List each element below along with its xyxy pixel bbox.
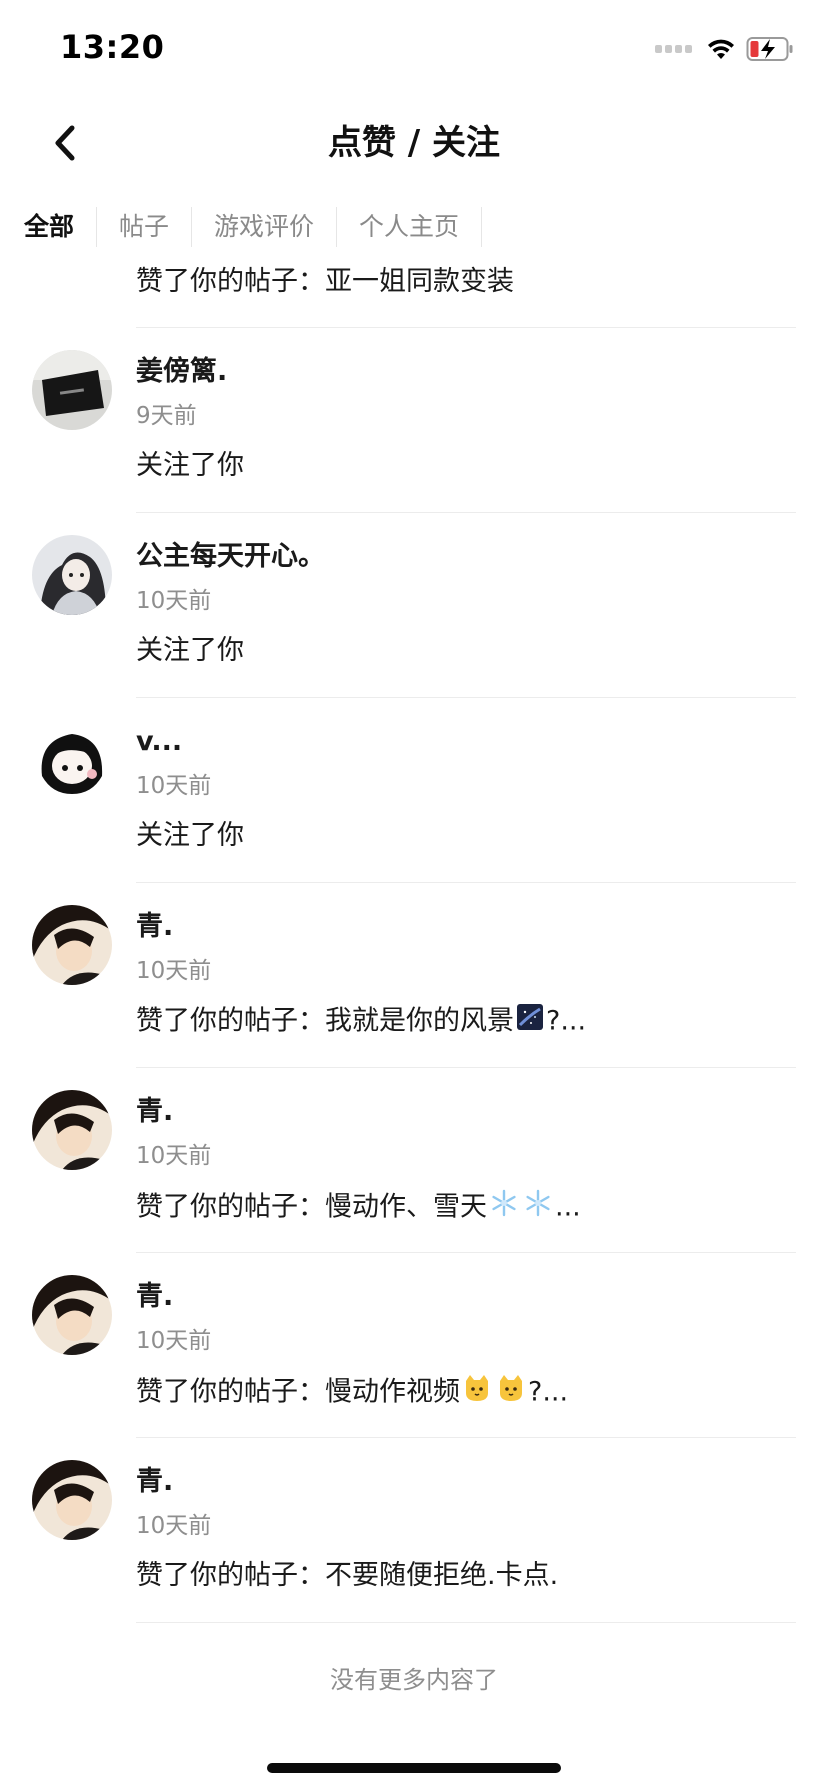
notification-list: 赞了你的帖子：亚一姐同款变装 姜傍篱. 9天前 关注了你 公主每天开心。 10天…	[0, 258, 828, 1623]
username[interactable]: 姜傍篱.	[136, 354, 227, 390]
notification-action: 赞了你的帖子：不要随便拒绝.卡点.	[136, 1560, 559, 1591]
timestamp: 10天前	[136, 773, 212, 799]
tab-posts[interactable]: 帖子	[97, 207, 193, 247]
list-item[interactable]: 青. 10天前 赞了你的帖子：不要随便拒绝.卡点.	[0, 1438, 828, 1623]
filter-tabs: 全部 帖子 游戏评价 个人主页	[0, 196, 828, 258]
list-item[interactable]: 青. 10天前 赞了你的帖子：我就是你的风景?...	[0, 883, 828, 1068]
end-of-list-text: 没有更多内容了	[330, 1666, 498, 1694]
notification-action: 关注了你	[136, 635, 244, 666]
avatar[interactable]	[32, 720, 112, 800]
divider	[136, 1622, 796, 1623]
status-bar: 13:20	[0, 0, 828, 100]
timestamp: 10天前	[136, 1513, 212, 1539]
status-time: 13:20	[60, 28, 165, 66]
notification-action: 赞了你的帖子：我就是你的风景?...	[136, 1003, 586, 1041]
notification-action: 赞了你的帖子：慢动作、雪天...	[136, 1188, 581, 1228]
username[interactable]: v...	[136, 724, 182, 760]
wifi-icon	[708, 39, 734, 59]
avatar[interactable]	[32, 535, 112, 615]
notification-action: 赞了你的帖子：慢动作视频?...	[136, 1373, 568, 1413]
avatar[interactable]	[32, 1090, 112, 1170]
cat-emoji	[462, 1373, 492, 1413]
avatar[interactable]	[32, 1275, 112, 1355]
home-indicator[interactable]	[267, 1763, 561, 1773]
tab-all[interactable]: 全部	[0, 207, 98, 247]
username[interactable]: 青.	[136, 909, 173, 945]
galaxy-emoji	[516, 1003, 544, 1041]
notification-action: 赞了你的帖子：亚一姐同款变装	[136, 266, 514, 297]
username[interactable]: 青.	[136, 1094, 173, 1130]
list-item[interactable]: 姜傍篱. 9天前 关注了你	[0, 328, 828, 513]
avatar[interactable]	[32, 905, 112, 985]
username[interactable]: 公主每天开心。	[136, 539, 325, 575]
snowflake-emoji	[523, 1188, 553, 1228]
list-item[interactable]: 青. 10天前 赞了你的帖子：慢动作、雪天...	[0, 1068, 828, 1253]
timestamp: 10天前	[136, 958, 212, 984]
cellular-signal-icon	[655, 45, 692, 53]
avatar[interactable]	[32, 350, 112, 430]
page-title: 点赞 / 关注	[327, 123, 501, 163]
notification-action: 关注了你	[136, 820, 244, 851]
timestamp: 9天前	[136, 403, 197, 429]
timestamp: 10天前	[136, 1328, 212, 1354]
username[interactable]: 青.	[136, 1464, 173, 1500]
list-item[interactable]: 公主每天开心。 10天前 关注了你	[0, 513, 828, 698]
list-item[interactable]: 赞了你的帖子：亚一姐同款变装	[0, 258, 828, 328]
cat-emoji	[496, 1373, 526, 1413]
list-item[interactable]: v... 10天前 关注了你	[0, 698, 828, 883]
timestamp: 10天前	[136, 1143, 212, 1169]
tab-game-reviews[interactable]: 游戏评价	[192, 207, 338, 247]
snowflake-emoji	[489, 1188, 519, 1228]
battery-low-charging-icon	[746, 37, 793, 61]
timestamp: 10天前	[136, 588, 212, 614]
nav-bar: 点赞 / 关注	[0, 100, 828, 188]
list-item[interactable]: 青. 10天前 赞了你的帖子：慢动作视频?...	[0, 1253, 828, 1438]
username[interactable]: 青.	[136, 1279, 173, 1315]
tab-profile[interactable]: 个人主页	[337, 207, 483, 247]
avatar[interactable]	[32, 1460, 112, 1540]
notification-action: 关注了你	[136, 450, 244, 481]
status-icons	[655, 34, 794, 64]
